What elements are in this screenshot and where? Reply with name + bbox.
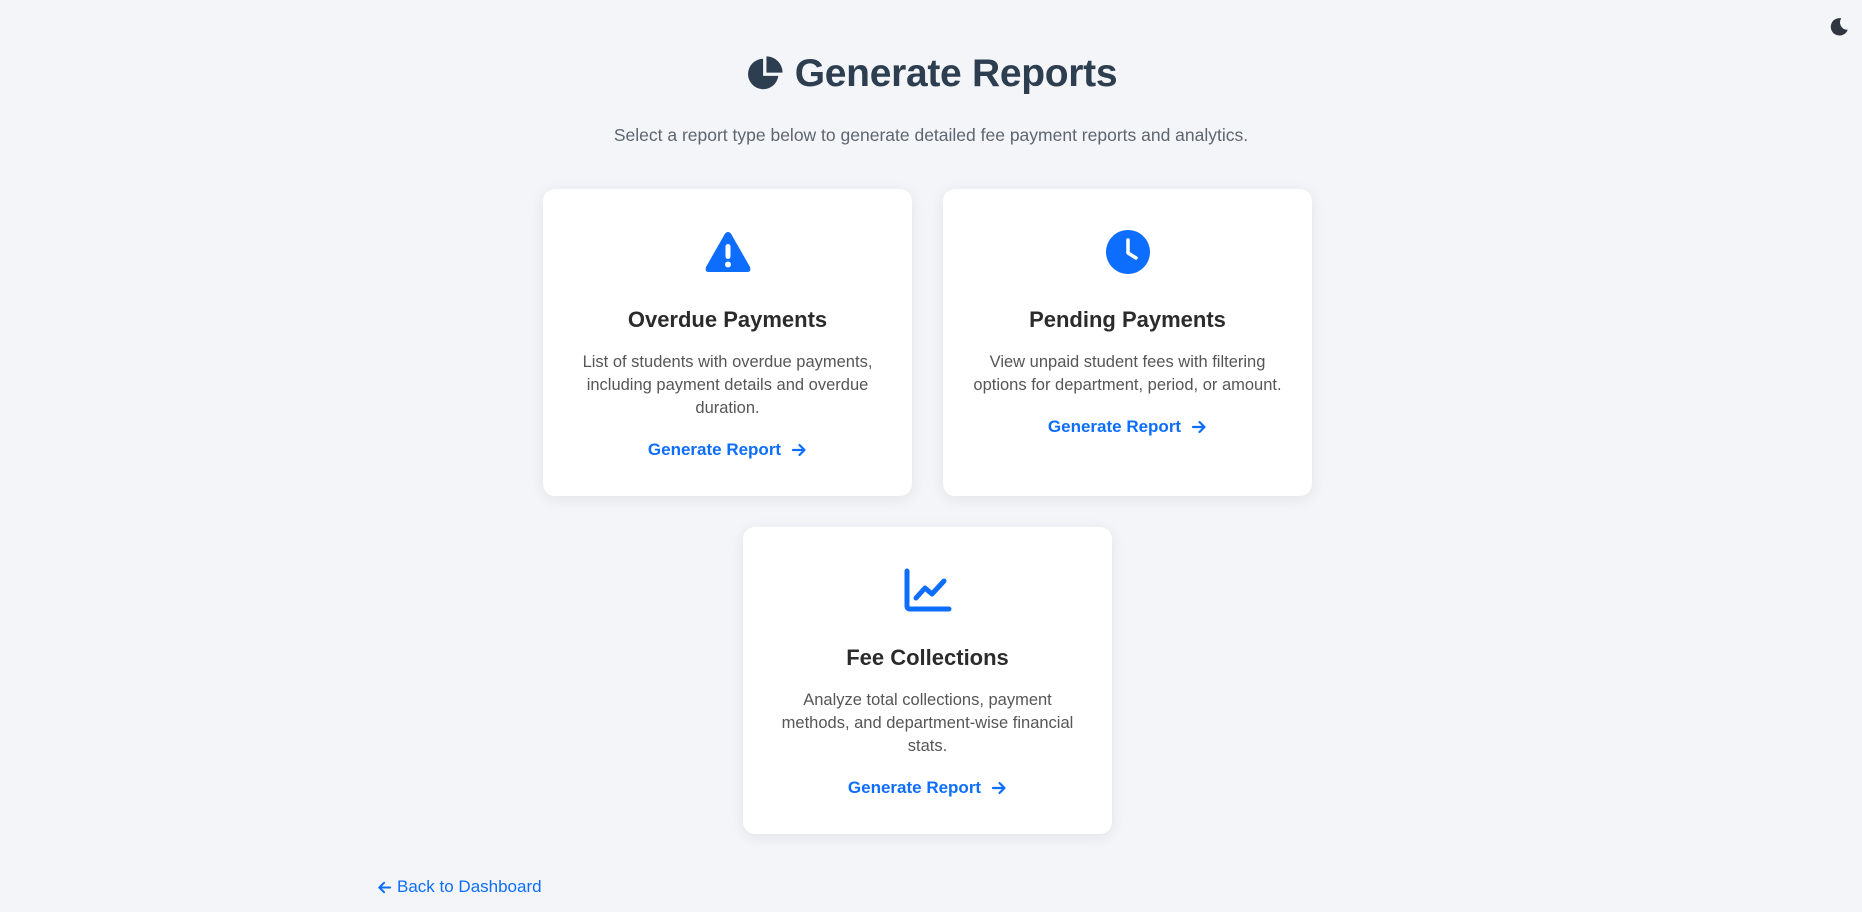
generate-report-label: Generate Report — [1047, 417, 1182, 436]
page-header: Generate Reports — [0, 52, 1862, 96]
card-description: View unpaid student fees with filtering … — [973, 353, 1282, 394]
generate-report-label: Generate Report — [647, 440, 782, 459]
arrow-right-icon — [991, 781, 1006, 795]
page-title: Generate Reports — [794, 52, 1118, 95]
back-to-dashboard-label: Back to Dashboard — [397, 877, 542, 896]
card-description: Analyze total collections, payment metho… — [781, 691, 1074, 755]
arrow-right-icon — [791, 443, 806, 457]
page-subtitle: Select a report type below to generate d… — [613, 125, 1249, 145]
warning-triangle-icon — [703, 227, 753, 277]
line-chart-icon — [903, 565, 953, 615]
pending-payments-card[interactable]: Pending Payments View unpaid student fee… — [943, 189, 1312, 496]
overdue-payments-card[interactable]: Overdue Payments List of students with o… — [543, 189, 912, 496]
clock-icon — [1103, 227, 1153, 277]
arrow-left-icon — [378, 881, 392, 893]
card-description: List of students with overdue payments, … — [582, 353, 873, 417]
moon-icon — [1830, 18, 1848, 36]
theme-toggle-button[interactable] — [1826, 14, 1852, 40]
chart-pie-icon — [745, 54, 785, 94]
generate-report-label: Generate Report — [847, 778, 982, 797]
fee-collections-card[interactable]: Fee Collections Analyze total collection… — [743, 527, 1112, 834]
arrow-right-icon — [1191, 420, 1206, 434]
card-title: Fee Collections — [846, 645, 1009, 670]
generate-report-link-pending[interactable]: Generate Report — [1048, 417, 1207, 437]
card-title: Pending Payments — [1029, 307, 1226, 332]
card-title: Overdue Payments — [627, 307, 828, 332]
back-to-dashboard-link[interactable]: Back to Dashboard — [377, 877, 542, 897]
generate-report-link-collections[interactable]: Generate Report — [848, 778, 1007, 798]
generate-report-link-overdue[interactable]: Generate Report — [648, 440, 807, 460]
